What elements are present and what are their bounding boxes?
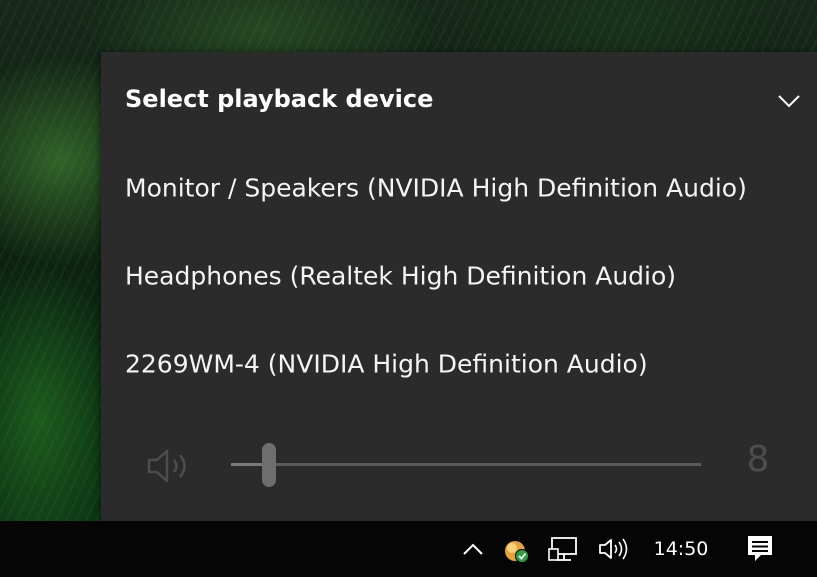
volume-value: 8 bbox=[746, 439, 770, 480]
device-label: Monitor / Speakers (NVIDIA High Definiti… bbox=[125, 173, 747, 203]
speaker-icon[interactable] bbox=[592, 521, 636, 577]
device-item-selected[interactable]: Headphones (Realtek High Definition Audi… bbox=[101, 232, 801, 320]
volume-slider[interactable] bbox=[231, 443, 701, 487]
speaker-icon[interactable] bbox=[145, 446, 199, 486]
volume-slider-thumb[interactable] bbox=[262, 443, 276, 487]
chevron-down-icon[interactable] bbox=[775, 86, 803, 114]
clock[interactable]: 14:50 bbox=[646, 521, 716, 577]
flyout-title: Select playback device bbox=[125, 85, 434, 113]
volume-control: 8 bbox=[101, 422, 817, 508]
device-label: 2269WM-4 (NVIDIA High Definition Audio) bbox=[125, 349, 648, 379]
device-item[interactable]: Monitor / Speakers (NVIDIA High Definiti… bbox=[101, 144, 801, 232]
device-label: Headphones (Realtek High Definition Audi… bbox=[125, 261, 677, 291]
notification-icon[interactable] bbox=[740, 521, 780, 577]
playback-device-flyout: Select playback device Monitor / Speaker… bbox=[101, 52, 817, 521]
flyout-header: Select playback device bbox=[101, 52, 817, 148]
network-icon[interactable] bbox=[544, 521, 584, 577]
taskbar: 14:50 bbox=[0, 521, 817, 577]
app-status-icon[interactable] bbox=[500, 521, 534, 577]
device-item[interactable]: 2269WM-4 (NVIDIA High Definition Audio) bbox=[101, 320, 801, 408]
chevron-up-icon[interactable] bbox=[456, 521, 490, 577]
